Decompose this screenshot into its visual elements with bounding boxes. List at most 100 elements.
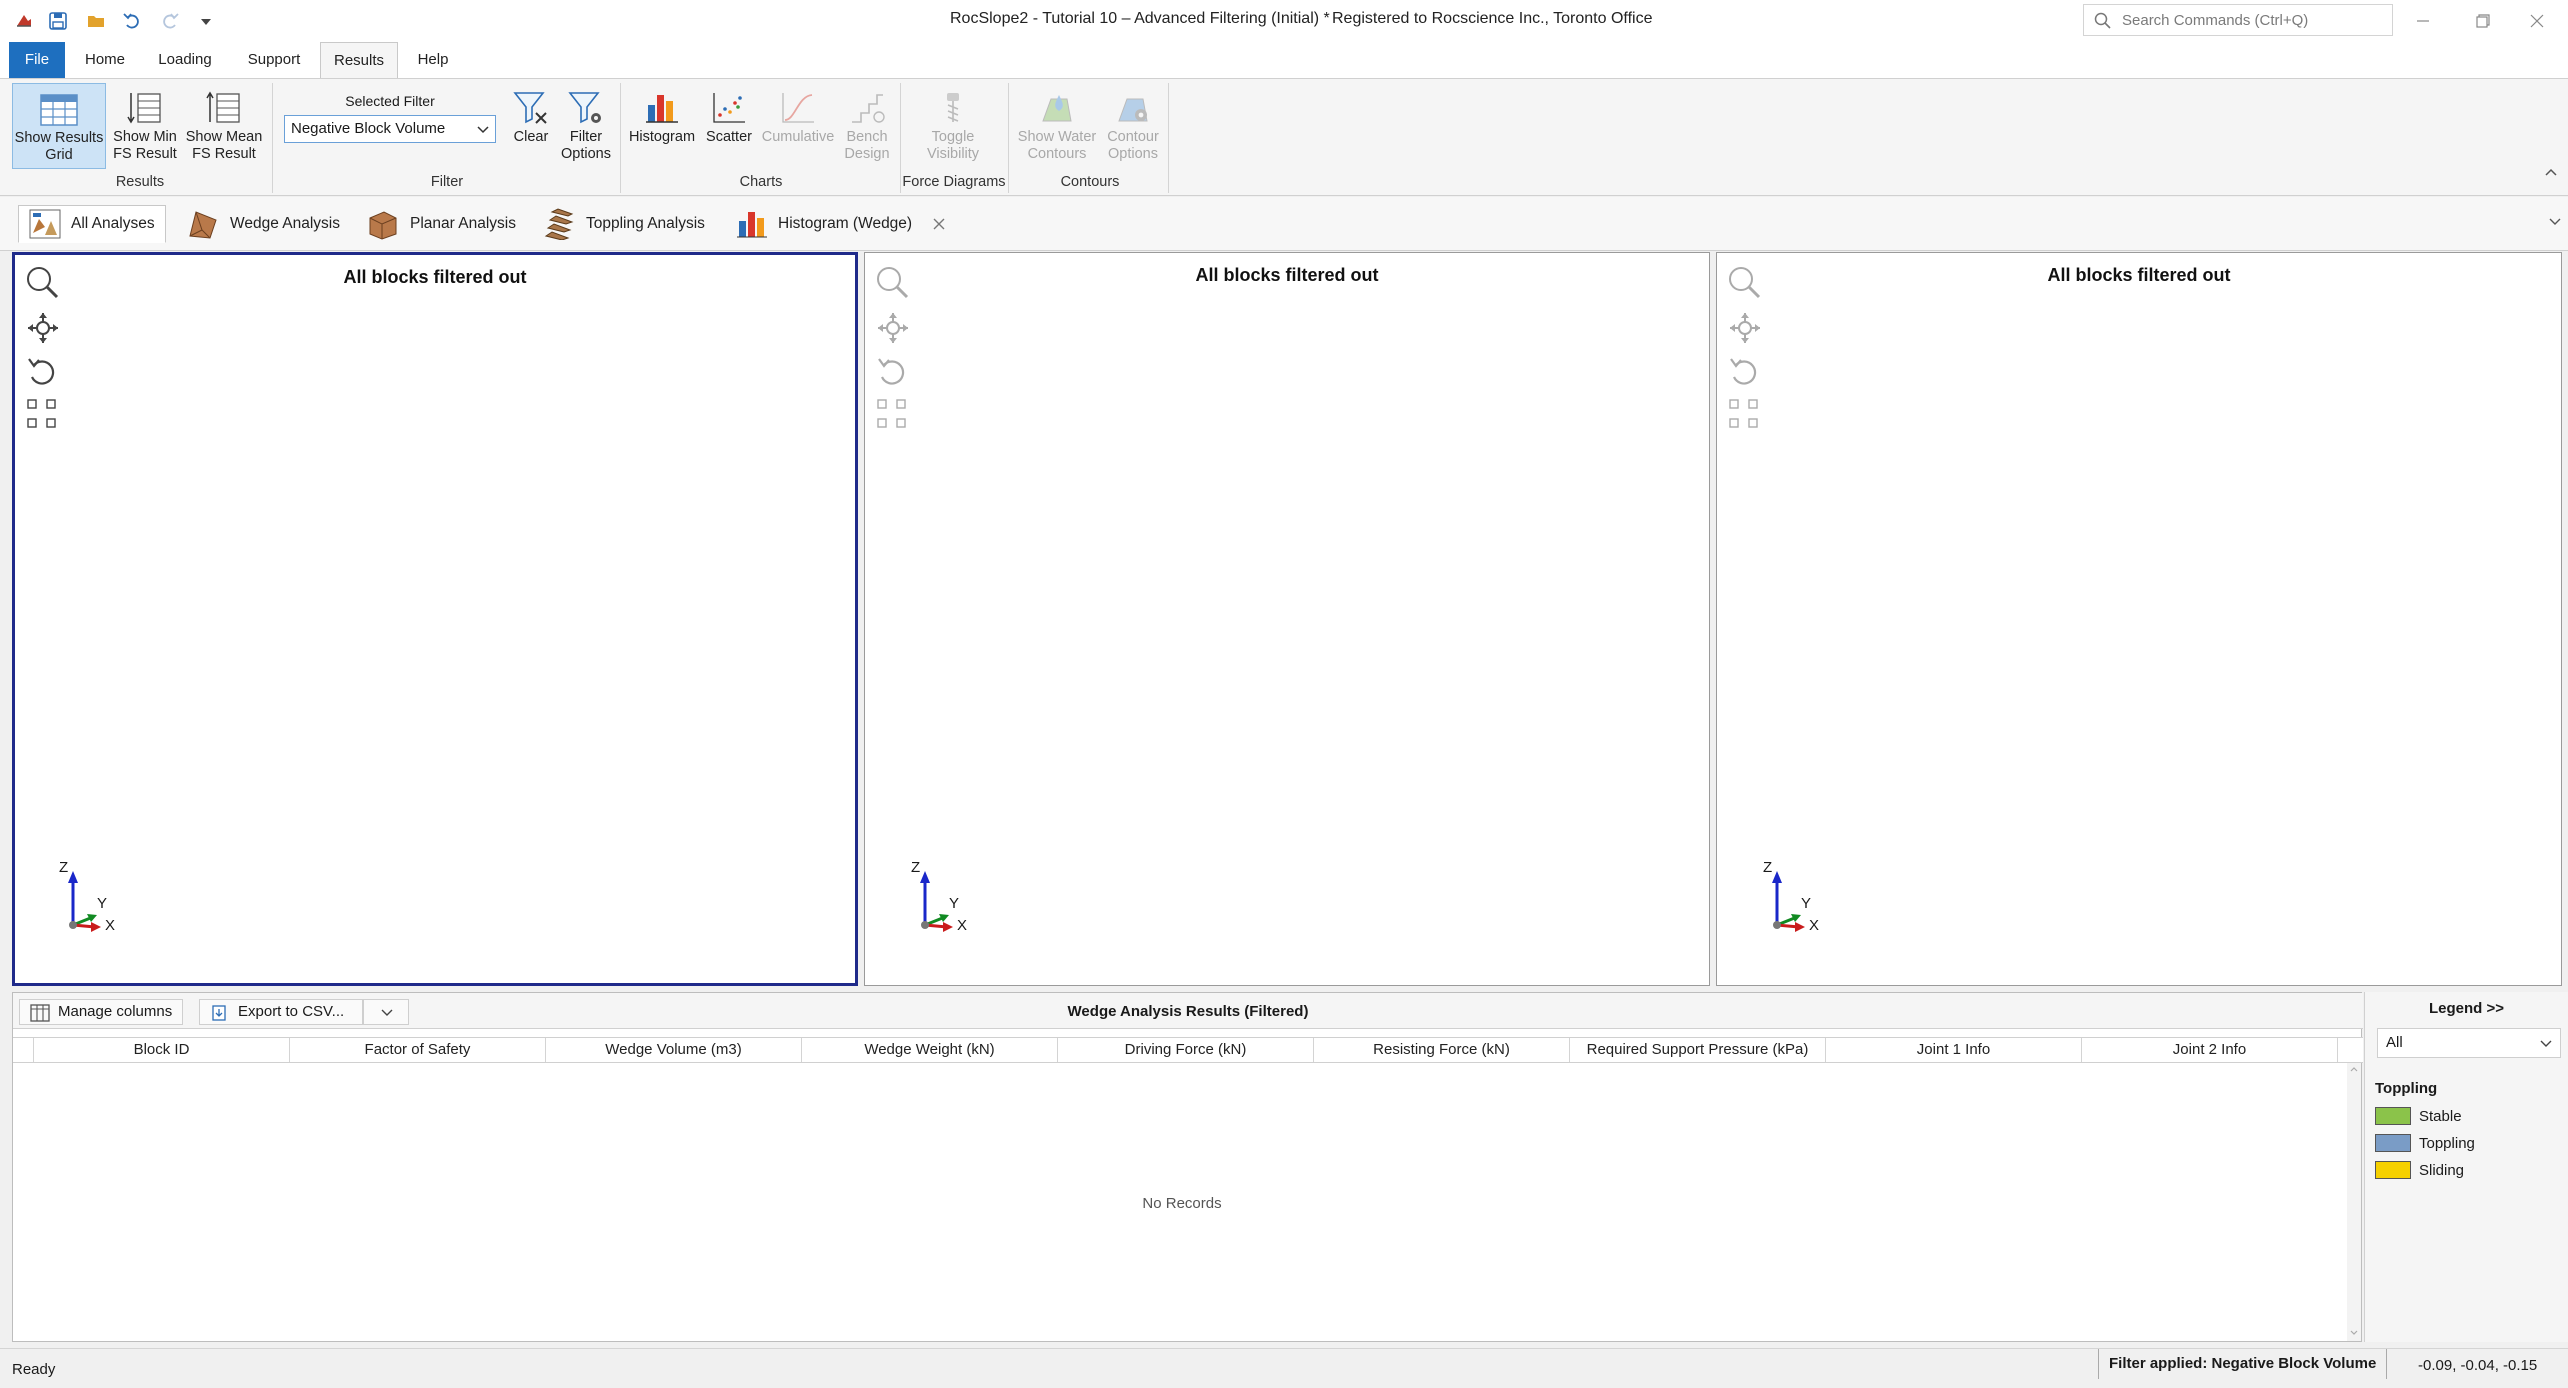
tab-home[interactable]: Home — [72, 42, 138, 78]
filter-options-button[interactable]: Filter Options — [558, 83, 614, 163]
vertical-scrollbar[interactable] — [2347, 1063, 2361, 1341]
viewport-1[interactable]: All blocks filtered out Z Y X — [12, 252, 858, 986]
zoom-icon[interactable] — [1727, 265, 1763, 299]
tab-file[interactable]: File — [9, 42, 65, 78]
rotate-icon[interactable] — [875, 355, 911, 389]
tab-results[interactable]: Results — [320, 42, 398, 78]
column-header[interactable]: Joint 1 Info — [1825, 1038, 2081, 1062]
column-header[interactable]: Wedge Volume (m3) — [545, 1038, 801, 1062]
bench-design-button[interactable]: Bench Design — [838, 83, 896, 163]
scroll-up-icon[interactable] — [2347, 1063, 2361, 1075]
minimize-icon — [2417, 20, 2429, 22]
scroll-down-icon[interactable] — [2347, 1327, 2361, 1339]
legend-group-title: Toppling — [2375, 1080, 2438, 1097]
empty-table-message: No Records — [1142, 1195, 1222, 1212]
tab-wedge-analysis[interactable]: Wedge Analysis — [176, 205, 350, 243]
zoom-extents-icon[interactable] — [25, 397, 61, 431]
results-grid-icon — [13, 84, 105, 130]
legend-swatch — [2375, 1161, 2411, 1179]
histogram-button[interactable]: Histogram — [626, 83, 698, 146]
undo-icon[interactable] — [116, 6, 148, 36]
scatter-button[interactable]: Scatter — [700, 83, 758, 146]
clear-filter-button[interactable]: Clear — [506, 83, 556, 146]
tab-histogram-wedge[interactable]: Histogram (Wedge) — [726, 205, 922, 243]
show-results-grid-button[interactable]: Show Results Grid — [12, 83, 106, 169]
tab-all-analyses[interactable]: All Analyses — [18, 205, 166, 243]
search-commands-input[interactable]: Search Commands (Ctrl+Q) — [2083, 4, 2393, 36]
results-table-header: Block ID Factor of Safety Wedge Volume (… — [13, 1037, 2363, 1063]
group-divider — [620, 83, 621, 193]
registration-text: Registered to Rocscience Inc., Toronto O… — [1332, 10, 1653, 27]
clear-filter-label: Clear — [513, 129, 549, 145]
contour-options-button[interactable]: Contour Options — [1102, 83, 1164, 163]
search-placeholder: Search Commands (Ctrl+Q) — [2122, 12, 2309, 29]
show-min-fs-button[interactable]: Show Min FS Result — [108, 83, 182, 163]
wedge-icon — [186, 208, 220, 240]
show-mean-fs-button[interactable]: Show Mean FS Result — [184, 83, 264, 163]
column-header[interactable]: Factor of Safety — [289, 1038, 545, 1062]
collapse-ribbon-icon[interactable] — [2544, 167, 2558, 177]
axis-x-label: X — [1809, 917, 1820, 934]
pan-icon[interactable] — [25, 311, 61, 345]
show-water-contours-button[interactable]: Show Water Contours — [1014, 83, 1100, 163]
axis-x-label: X — [957, 917, 968, 934]
redo-icon[interactable] — [154, 6, 186, 36]
rotate-icon[interactable] — [25, 355, 61, 389]
legend-panel: Legend >> All Toppling Stable Toppling S… — [2364, 992, 2568, 1342]
histogram-tab-icon — [736, 209, 768, 239]
tab-toppling-analysis-label: Toppling Analysis — [586, 215, 705, 232]
column-header[interactable]: Resisting Force (kN) — [1313, 1038, 1569, 1062]
zoom-icon[interactable] — [875, 265, 911, 299]
pan-icon[interactable] — [875, 311, 911, 345]
pan-icon[interactable] — [1727, 311, 1763, 345]
zoom-extents-icon[interactable] — [1727, 397, 1763, 431]
tab-loading[interactable]: Loading — [148, 42, 222, 78]
axis-y-label: Y — [949, 895, 960, 912]
tab-planar-analysis-label: Planar Analysis — [410, 215, 516, 232]
toggle-visibility-button[interactable]: Toggle Visibility — [906, 83, 1000, 163]
zoom-icon[interactable] — [25, 265, 61, 299]
cumulative-button[interactable]: Cumulative — [760, 83, 836, 146]
column-header[interactable]: Block ID — [33, 1038, 289, 1062]
close-button[interactable] — [2506, 0, 2568, 42]
tab-all-analyses-label: All Analyses — [71, 215, 155, 232]
selected-filter-dropdown[interactable]: Negative Block Volume — [284, 115, 496, 143]
column-header[interactable]: Joint 2 Info — [2081, 1038, 2337, 1062]
tab-help[interactable]: Help — [408, 42, 458, 78]
close-tab-icon[interactable] — [932, 217, 946, 231]
column-header[interactable]: Driving Force (kN) — [1057, 1038, 1313, 1062]
folder-icon[interactable] — [80, 6, 112, 36]
column-header[interactable]: Wedge Weight (kN) — [801, 1038, 1057, 1062]
toggle-visibility-label: Toggle Visibility — [926, 129, 980, 162]
tab-planar-analysis[interactable]: Planar Analysis — [356, 205, 526, 243]
legend-filter-dropdown[interactable]: All — [2377, 1028, 2561, 1058]
tab-list-chevron-icon[interactable] — [2548, 217, 2562, 227]
tab-support[interactable]: Support — [234, 42, 314, 78]
viewport-2[interactable]: All blocks filtered out Z Y X — [864, 252, 1710, 986]
viewport-3[interactable]: All blocks filtered out Z Y X — [1716, 252, 2562, 986]
axis-z-label: Z — [59, 859, 69, 876]
chevron-down-icon — [2540, 1040, 2552, 1047]
tab-toppling-analysis[interactable]: Toppling Analysis — [532, 205, 715, 243]
zoom-extents-icon[interactable] — [875, 397, 911, 431]
cursor-coordinates: -0.09, -0.04, -0.15 — [2418, 1357, 2538, 1374]
legend-swatch — [2375, 1107, 2411, 1125]
results-table-title: Wedge Analysis Results (Filtered) — [1067, 1003, 1309, 1020]
legend-toggle[interactable]: Legend >> — [2365, 1000, 2568, 1017]
column-header[interactable]: Required Support Pressure (kPa) — [1569, 1038, 1825, 1062]
restore-button[interactable] — [2452, 0, 2514, 42]
show-results-grid-label: Show Results Grid — [14, 130, 104, 163]
viewport-message: All blocks filtered out — [343, 267, 527, 287]
save-icon[interactable] — [42, 6, 74, 36]
axis-y-label: Y — [1801, 895, 1812, 912]
minimize-button[interactable] — [2392, 0, 2454, 42]
results-group-label: Results — [115, 174, 165, 190]
show-water-contours-label: Show Water Contours — [1017, 129, 1097, 162]
rotate-icon[interactable] — [1727, 355, 1763, 389]
min-fs-icon — [108, 83, 182, 129]
customize-toolbar-icon[interactable] — [190, 6, 222, 36]
force-diagrams-group-label: Force Diagrams — [902, 174, 1006, 190]
legend-item-stable: Stable — [2375, 1106, 2462, 1126]
histogram-icon — [626, 83, 698, 129]
contour-options-icon — [1102, 83, 1164, 129]
